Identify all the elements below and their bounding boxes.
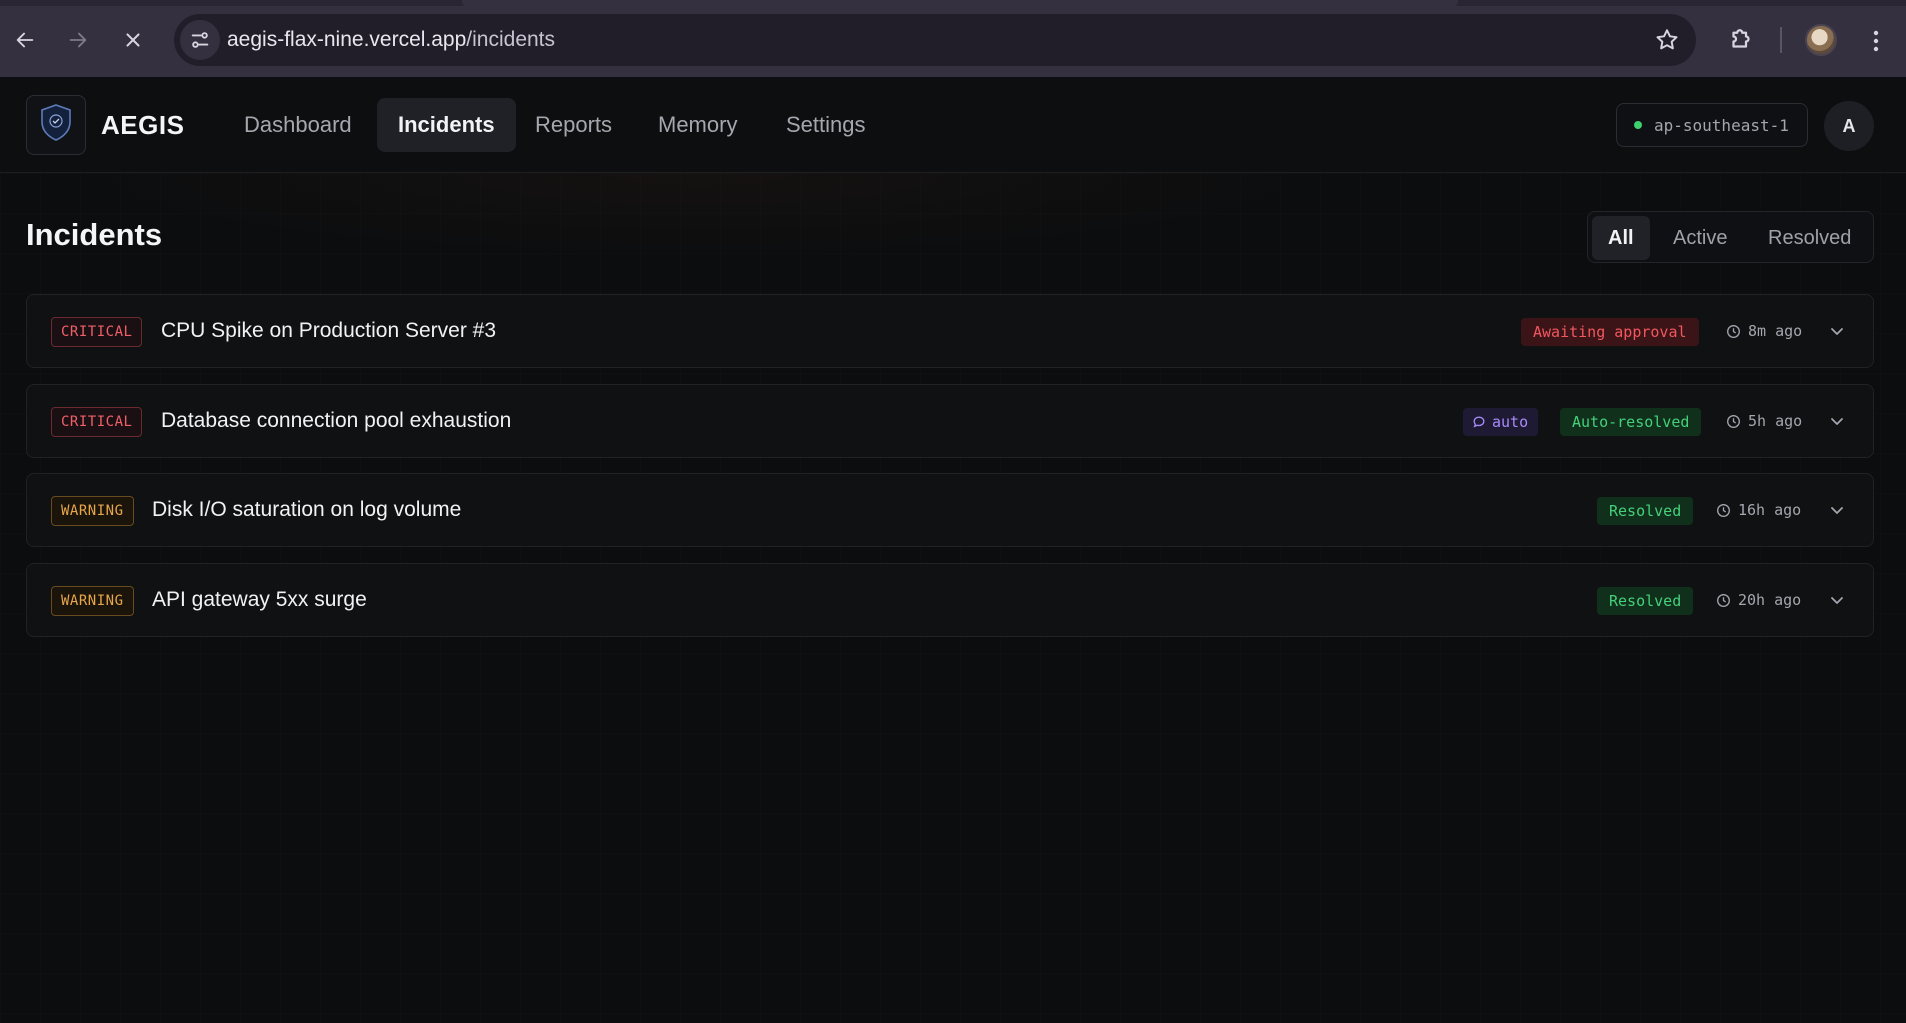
time-ago: 5h ago — [1748, 412, 1803, 430]
stop-loading-button[interactable] — [115, 22, 151, 58]
chevron-down-icon[interactable] — [1827, 500, 1847, 520]
status-badge: Awaiting approval — [1521, 318, 1699, 346]
page-title: Incidents — [26, 217, 163, 252]
nav-memory[interactable]: Memory — [637, 98, 758, 152]
url-text[interactable]: aegis-flax-nine.vercel.app/incidents — [227, 14, 555, 66]
incident-row[interactable]: CRITICAL CPU Spike on Production Server … — [26, 294, 1874, 368]
arrow-right-icon — [69, 32, 87, 48]
region-status-dot — [1634, 121, 1642, 129]
clock-icon — [1727, 324, 1740, 338]
address-bar[interactable]: aegis-flax-nine.vercel.app/incidents — [174, 14, 1696, 66]
incident-title: Disk I/O saturation on log volume — [152, 498, 462, 521]
active-tab[interactable] — [462, 0, 1458, 6]
filter-all[interactable]: All — [1592, 216, 1650, 260]
chat-bubble-icon — [1473, 416, 1485, 428]
filter-resolved[interactable]: Resolved — [1752, 216, 1867, 260]
toolbar-divider — [1780, 27, 1782, 53]
arrow-left-icon — [16, 32, 34, 48]
incident-row[interactable]: CRITICAL Database connection pool exhaus… — [26, 384, 1874, 458]
incident-title: API gateway 5xx surge — [152, 588, 367, 611]
chevron-down-icon[interactable] — [1827, 590, 1847, 610]
clock-icon — [1727, 414, 1740, 428]
status-badge: Resolved — [1597, 497, 1694, 525]
incident-time: 20h ago — [1716, 564, 1801, 636]
user-avatar[interactable]: A — [1824, 101, 1874, 151]
nav-settings[interactable]: Settings — [765, 98, 887, 152]
app-header: AEGIS Dashboard Incidents Reports Memory… — [0, 77, 1906, 173]
brand-logo[interactable] — [26, 95, 86, 155]
incident-time: 5h ago — [1726, 385, 1802, 457]
auto-label: auto — [1492, 413, 1529, 431]
shield-logo-icon — [41, 104, 71, 141]
incident-time: 16h ago — [1716, 474, 1801, 546]
incident-title: CPU Spike on Production Server #3 — [161, 319, 497, 342]
incident-row[interactable]: WARNING API gateway 5xx surge Resolved 2… — [26, 563, 1874, 637]
severity-badge: CRITICAL — [51, 317, 143, 347]
browser-toolbar: aegis-flax-nine.vercel.app/incidents — [0, 0, 1906, 77]
back-button[interactable] — [7, 22, 43, 58]
main-content: Incidents All Active Resolved CRITICAL C… — [0, 173, 1906, 1023]
region-label: ap-southeast-1 — [1654, 115, 1789, 135]
time-ago: 16h ago — [1738, 501, 1802, 519]
clock-icon — [1717, 503, 1730, 517]
time-ago: 20h ago — [1738, 591, 1802, 609]
brand-name: AEGIS — [101, 110, 185, 140]
chevron-down-icon[interactable] — [1827, 321, 1847, 341]
status-filter: All Active Resolved — [1587, 211, 1874, 263]
site-info-button[interactable] — [180, 20, 220, 60]
forward-button[interactable] — [60, 22, 96, 58]
url-host: aegis-flax-nine.vercel.app — [227, 28, 467, 51]
nav-reports[interactable]: Reports — [514, 98, 633, 152]
status-badge: Resolved — [1597, 587, 1694, 615]
chevron-down-icon[interactable] — [1827, 411, 1847, 431]
region-selector[interactable]: ap-southeast-1 — [1616, 103, 1808, 147]
severity-badge: WARNING — [51, 586, 134, 616]
filter-active[interactable]: Active — [1657, 216, 1743, 260]
auto-badge: auto — [1463, 408, 1539, 436]
extensions-puzzle-icon[interactable] — [1726, 24, 1756, 54]
bookmark-star-icon[interactable] — [1654, 27, 1680, 53]
close-icon — [126, 33, 140, 47]
more-vertical-icon[interactable] — [1864, 26, 1888, 56]
nav-incidents[interactable]: Incidents — [377, 98, 516, 152]
tab-strip — [0, 0, 1906, 6]
severity-badge: WARNING — [51, 496, 134, 526]
profile-avatar[interactable] — [1805, 24, 1837, 56]
incident-time: 8m ago — [1726, 295, 1802, 367]
tune-icon — [191, 32, 209, 48]
incident-title: Database connection pool exhaustion — [161, 409, 512, 432]
clock-icon — [1717, 593, 1730, 607]
severity-badge: CRITICAL — [51, 407, 143, 437]
incident-row[interactable]: WARNING Disk I/O saturation on log volum… — [26, 473, 1874, 547]
status-badge: Auto-resolved — [1560, 408, 1702, 436]
time-ago: 8m ago — [1748, 322, 1803, 340]
nav-dashboard[interactable]: Dashboard — [223, 98, 373, 152]
url-path: /incidents — [466, 28, 556, 51]
